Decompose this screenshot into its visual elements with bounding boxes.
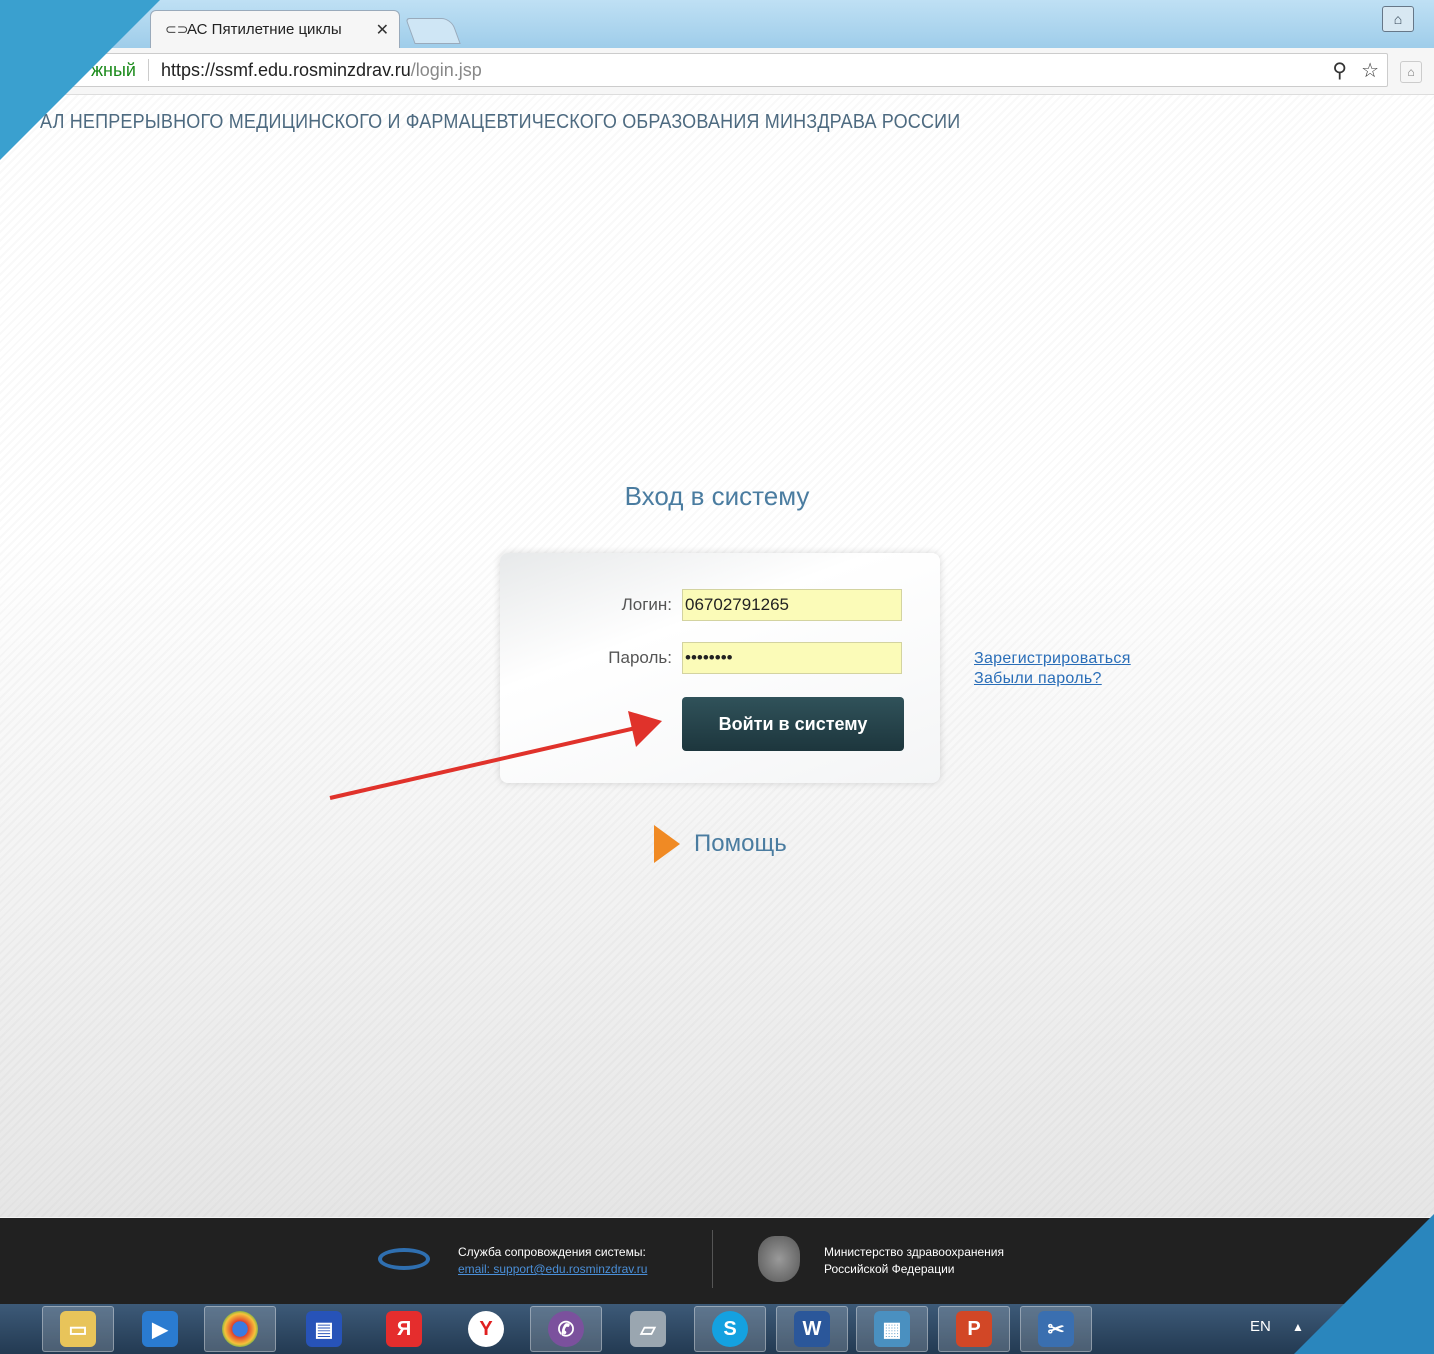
- play-arrow-icon: [654, 825, 680, 863]
- password-row: Пароль:: [500, 642, 940, 676]
- taskbar-media-player[interactable]: ▶: [124, 1306, 196, 1352]
- ministry-info: Министерство здравоохранения Российской …: [824, 1244, 1004, 1278]
- floppy-disk-icon: ▤: [306, 1311, 342, 1347]
- tab-title: АС Пятилетние циклы: [187, 21, 342, 38]
- page-content: АЛ НЕПРЕРЫВНОГО МЕДИЦИНСКОГО И ФАРМАЦЕВТ…: [0, 95, 1434, 1217]
- chrome-icon: [222, 1311, 258, 1347]
- url-host: https://ssmf.edu.rosminzdrav.ru: [160, 59, 411, 80]
- support-title: Служба сопровождения системы:: [458, 1245, 646, 1259]
- tab-strip: ⊂⊃ АС Пятилетние циклы ✕ ⌂: [0, 0, 1434, 49]
- ministry-line-2: Российской Федерации: [824, 1262, 955, 1276]
- support-email-link[interactable]: email: support@edu.rosminzdrav.ru: [458, 1261, 647, 1278]
- yandex-icon: Я: [386, 1311, 422, 1347]
- login-input[interactable]: [682, 589, 902, 621]
- password-input[interactable]: [682, 642, 902, 674]
- password-label: Пароль:: [608, 648, 672, 667]
- login-heading: Вход в систему: [624, 481, 810, 511]
- account-links: Зарегистрироваться Забыли пароль?: [974, 649, 1131, 689]
- taskbar-scanner[interactable]: ▱: [612, 1306, 684, 1352]
- slide-corner-bottom-right: [1294, 1214, 1434, 1354]
- login-row: Логин:: [500, 589, 940, 623]
- taskbar-viber[interactable]: ✆: [530, 1306, 602, 1352]
- help-link[interactable]: Помощь: [654, 825, 787, 863]
- powerpoint-icon: P: [956, 1311, 992, 1347]
- slide-corner-top-left: [0, 0, 160, 160]
- taskbar: ▭ ▶ ▤ Я Y ✆ ▱ S W ▦ P ✂ EN ▲: [0, 1304, 1434, 1354]
- taskbar-photo-viewer[interactable]: ▦: [856, 1306, 928, 1352]
- support-logo-icon: [378, 1248, 430, 1270]
- user-profile-icon[interactable]: ⌂: [1382, 6, 1414, 32]
- url-path: /login.jsp: [410, 59, 482, 80]
- forgot-password-link[interactable]: Забыли пароль?: [974, 669, 1131, 689]
- page-footer: Служба сопровождения системы: email: sup…: [0, 1218, 1434, 1304]
- taskbar-snipping-tool[interactable]: ✂: [1020, 1306, 1092, 1352]
- scanner-icon: ▱: [630, 1311, 666, 1347]
- taskbar-file-explorer[interactable]: ▭: [42, 1306, 114, 1352]
- skype-icon: S: [712, 1311, 748, 1347]
- help-label: Помощь: [694, 830, 787, 857]
- scissors-icon: ✂: [1038, 1311, 1074, 1347]
- key-icon[interactable]: ⚲: [1332, 58, 1347, 83]
- coat-of-arms-icon: [758, 1236, 800, 1282]
- url-field[interactable]: жный https://ssmf.edu.rosminzdrav.ru/log…: [40, 53, 1388, 87]
- login-submit-button[interactable]: Войти в систему: [682, 697, 904, 751]
- ministry-line-1: Министерство здравоохранения: [824, 1245, 1004, 1259]
- taskbar-save[interactable]: ▤: [288, 1306, 360, 1352]
- bookmark-star-icon[interactable]: ☆: [1361, 58, 1379, 83]
- language-indicator[interactable]: EN: [1250, 1318, 1271, 1335]
- footer-divider: [712, 1230, 713, 1288]
- address-bar: жный https://ssmf.edu.rosminzdrav.ru/log…: [0, 48, 1434, 95]
- taskbar-powerpoint[interactable]: P: [938, 1306, 1010, 1352]
- register-link[interactable]: Зарегистрироваться: [974, 649, 1131, 669]
- url-text: https://ssmf.edu.rosminzdrav.ru/login.js…: [149, 60, 1332, 81]
- folder-icon: ▭: [60, 1311, 96, 1347]
- taskbar-chrome[interactable]: [204, 1306, 276, 1352]
- browser-tab[interactable]: ⊂⊃ АС Пятилетние циклы ✕: [150, 10, 400, 48]
- tab-close-icon[interactable]: ✕: [376, 20, 389, 40]
- portal-title: АЛ НЕПРЕРЫВНОГО МЕДИЦИНСКОГО И ФАРМАЦЕВТ…: [40, 111, 961, 133]
- login-form: Логин: Пароль: Войти в систему: [500, 553, 940, 783]
- photo-viewer-icon: ▦: [874, 1311, 910, 1347]
- media-player-icon: ▶: [142, 1311, 178, 1347]
- login-label: Логин:: [621, 595, 672, 614]
- browser-window: ⊂⊃ АС Пятилетние циклы ✕ ⌂ жный https://…: [0, 0, 1434, 1354]
- yandex-browser-icon: Y: [468, 1311, 504, 1347]
- word-icon: W: [794, 1311, 830, 1347]
- extension-icon[interactable]: ⌂: [1400, 61, 1422, 83]
- tab-favicon-icon: ⊂⊃: [165, 21, 189, 37]
- viber-icon: ✆: [548, 1311, 584, 1347]
- taskbar-skype[interactable]: S: [694, 1306, 766, 1352]
- support-info: Служба сопровождения системы: email: sup…: [458, 1244, 647, 1278]
- taskbar-yandex[interactable]: Я: [368, 1306, 440, 1352]
- new-tab-button[interactable]: [405, 18, 461, 44]
- taskbar-yandex-browser[interactable]: Y: [450, 1306, 522, 1352]
- taskbar-word[interactable]: W: [776, 1306, 848, 1352]
